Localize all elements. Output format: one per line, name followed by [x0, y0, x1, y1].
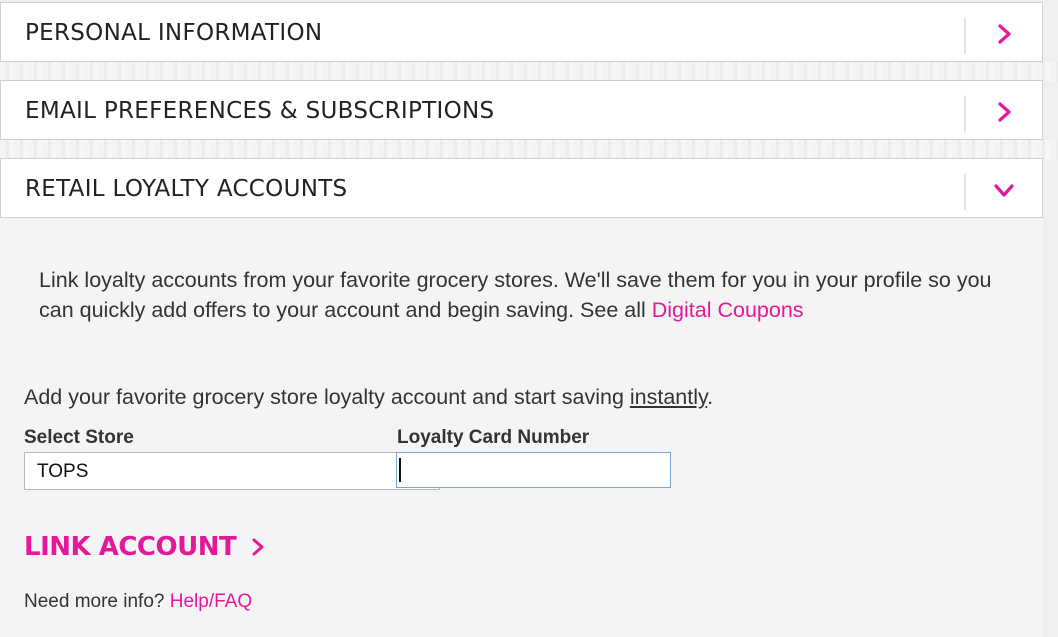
accordion-title: RETAIL LOYALTY ACCOUNTS: [25, 176, 348, 202]
help-text: Need more info?: [24, 591, 170, 612]
chevron-right-icon: [252, 538, 264, 556]
text-caret: [399, 458, 401, 482]
loyalty-accounts-panel: Link loyalty accounts from your favorite…: [0, 218, 1043, 637]
accordion-divider: [964, 17, 969, 55]
accordion-retail-loyalty-accounts[interactable]: RETAIL LOYALTY ACCOUNTS: [0, 158, 1043, 218]
chevron-right-icon[interactable]: [993, 101, 1015, 123]
store-select[interactable]: TOPS: [24, 452, 440, 490]
digital-coupons-link[interactable]: Digital Coupons: [652, 298, 804, 322]
accordion-title: EMAIL PREFERENCES & SUBSCRIPTIONS: [25, 98, 495, 124]
accordion-divider: [964, 95, 969, 133]
accordion-title: PERSONAL INFORMATION: [25, 20, 323, 46]
loyalty-card-number-label: Loyalty Card Number: [397, 427, 590, 448]
accordion-email-preferences[interactable]: EMAIL PREFERENCES & SUBSCRIPTIONS: [0, 80, 1043, 140]
intro-text: Link loyalty accounts from your favorite…: [39, 268, 992, 322]
add-text: Add your favorite grocery store loyalty …: [24, 385, 630, 409]
help-faq-link[interactable]: Help/FAQ: [170, 591, 252, 612]
select-store-label: Select Store: [24, 427, 134, 448]
decorative-background-strip: [0, 62, 1058, 82]
loyalty-intro-text: Link loyalty accounts from your favorite…: [39, 265, 999, 325]
add-text-emphasis: instantly: [629, 385, 708, 409]
link-account-label: LINK ACCOUNT: [24, 532, 237, 562]
chevron-down-icon[interactable]: [993, 179, 1015, 201]
help-info: Need more info? Help/FAQ: [24, 591, 252, 613]
accordion-personal-information[interactable]: PERSONAL INFORMATION: [0, 2, 1043, 62]
accordion-divider: [964, 173, 969, 211]
decorative-background-strip: [0, 140, 1058, 160]
chevron-right-icon[interactable]: [993, 23, 1015, 45]
add-account-instructions: Add your favorite grocery store loyalty …: [24, 385, 713, 410]
link-account-button[interactable]: LINK ACCOUNT: [24, 532, 266, 562]
loyalty-card-number-input[interactable]: [396, 452, 671, 488]
add-text-end: .: [707, 385, 714, 409]
